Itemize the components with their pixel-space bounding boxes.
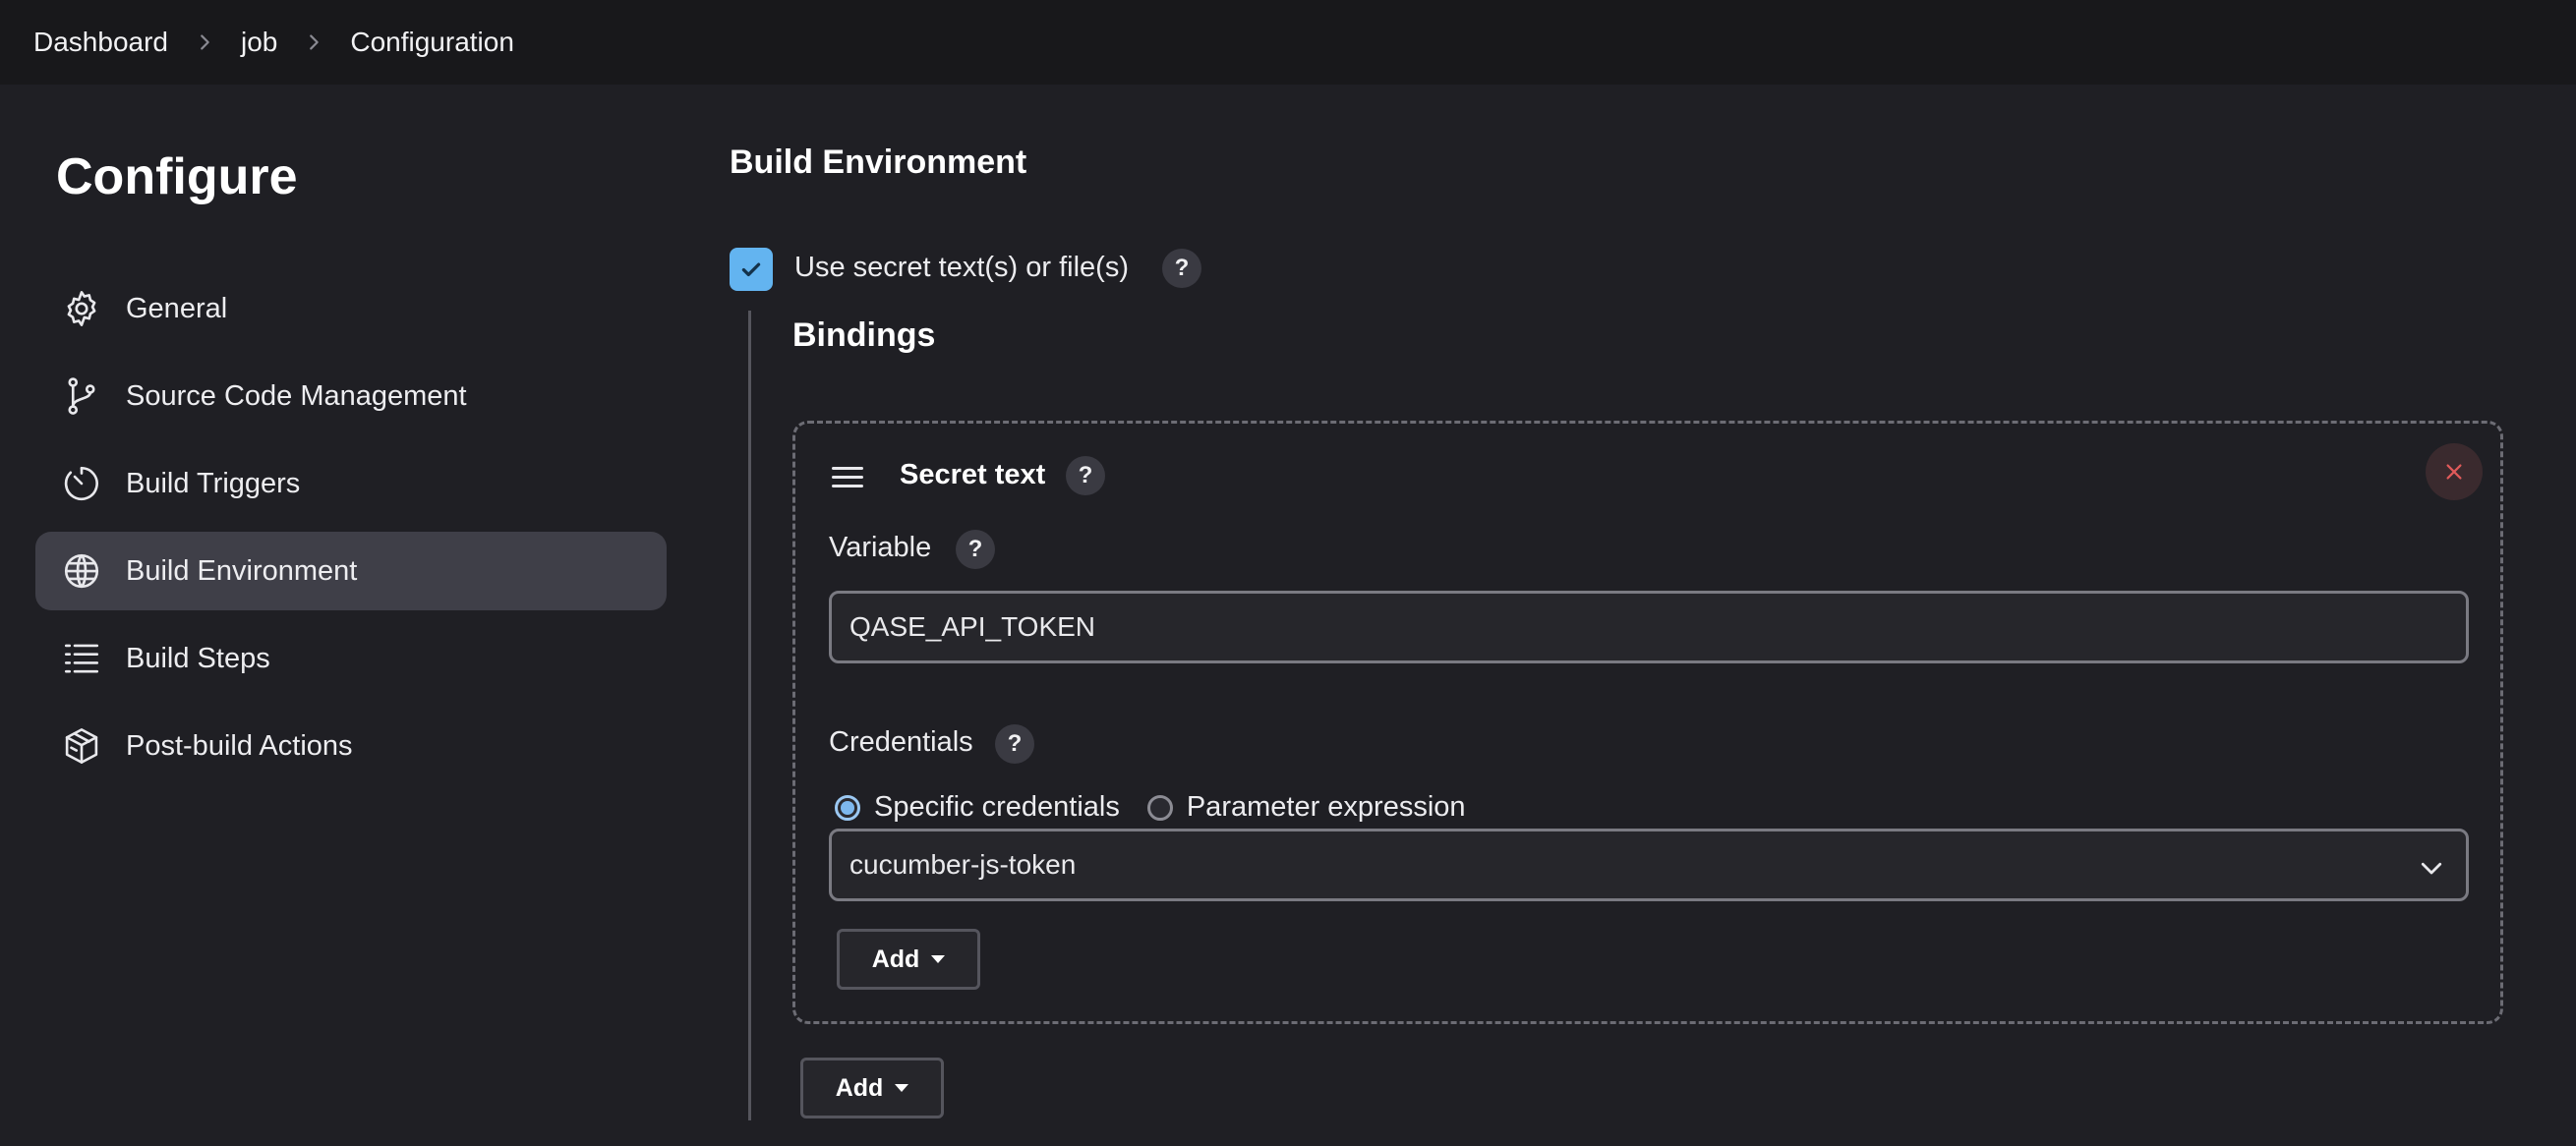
bindings-title: Bindings [792, 316, 936, 354]
sidebar-item-label: Build Steps [126, 642, 270, 674]
secret-checkbox[interactable] [730, 248, 773, 291]
package-icon [61, 725, 102, 767]
credentials-mode: Specific credentials Parameter expressio… [835, 791, 1493, 824]
help-icon[interactable]: ? [1162, 249, 1201, 288]
help-icon[interactable]: ? [1066, 456, 1105, 495]
add-credentials-button[interactable]: Add [837, 929, 980, 990]
sidebar-item-build-steps[interactable]: Build Steps [35, 619, 667, 698]
sidebar-item-label: Build Triggers [126, 467, 301, 499]
caret-down-icon [895, 1084, 909, 1092]
add-binding-label: Add [835, 1073, 884, 1102]
git-branch-icon [61, 375, 102, 417]
help-icon[interactable]: ? [956, 530, 995, 569]
breadcrumb-dashboard[interactable]: Dashboard [33, 27, 168, 58]
secret-checkbox-label[interactable]: Use secret text(s) or file(s) [794, 252, 1129, 284]
chevron-right-icon [194, 31, 215, 53]
sidebar-item-build-triggers[interactable]: Build Triggers [35, 444, 667, 523]
timer-icon [61, 463, 102, 504]
caret-down-icon [931, 955, 946, 963]
remove-binding-button[interactable] [2426, 443, 2483, 500]
breadcrumb: Dashboard job Configuration [0, 0, 2576, 85]
credentials-select-value: cucumber-js-token [849, 849, 1077, 880]
section-divider [748, 311, 751, 1120]
specific-credentials-radio[interactable] [835, 794, 860, 821]
close-icon [2446, 464, 2462, 480]
sidebar-item-post-build-actions[interactable]: Post-build Actions [35, 707, 667, 785]
sidebar-title: Configure [56, 148, 298, 205]
variable-input[interactable] [829, 591, 2469, 663]
credentials-label: Credentials [829, 726, 973, 758]
sidebar-item-label: Post-build Actions [126, 729, 353, 762]
parameter-expression-radio[interactable] [1146, 794, 1173, 821]
parameter-expression-label[interactable]: Parameter expression [1187, 791, 1466, 824]
sidebar-item-label: Source Code Management [126, 379, 467, 412]
add-credentials-label: Add [871, 945, 920, 973]
breadcrumb-configuration[interactable]: Configuration [350, 27, 514, 58]
credentials-select[interactable]: cucumber-js-token [829, 829, 2469, 901]
breadcrumb-job[interactable]: job [241, 27, 277, 58]
chevron-right-icon [303, 31, 324, 53]
specific-credentials-label[interactable]: Specific credentials [874, 791, 1120, 824]
add-binding-button[interactable]: Add [800, 1058, 944, 1118]
drag-handle-icon[interactable] [832, 467, 863, 492]
chevron-down-icon [2421, 862, 2442, 875]
help-icon[interactable]: ? [995, 724, 1034, 764]
list-icon [61, 638, 102, 679]
globe-icon [61, 550, 102, 592]
binding-title: Secret text [900, 459, 1046, 490]
variable-label: Variable [829, 532, 932, 563]
sidebar-item-label: General [126, 292, 228, 324]
sidebar-item-label: Build Environment [126, 554, 358, 587]
secret-text-binding: Secret text ? Variable ? Credentials ? S… [792, 421, 2503, 1024]
section-title: Build Environment [730, 143, 1027, 181]
sidebar-item-source-code-management[interactable]: Source Code Management [35, 357, 667, 435]
sidebar-nav: General Source Code Management Build Tri… [35, 269, 667, 794]
check-icon [741, 262, 761, 277]
sidebar-item-build-environment[interactable]: Build Environment [35, 532, 667, 610]
sidebar-item-general[interactable]: General [35, 269, 667, 348]
gear-icon [61, 288, 102, 329]
